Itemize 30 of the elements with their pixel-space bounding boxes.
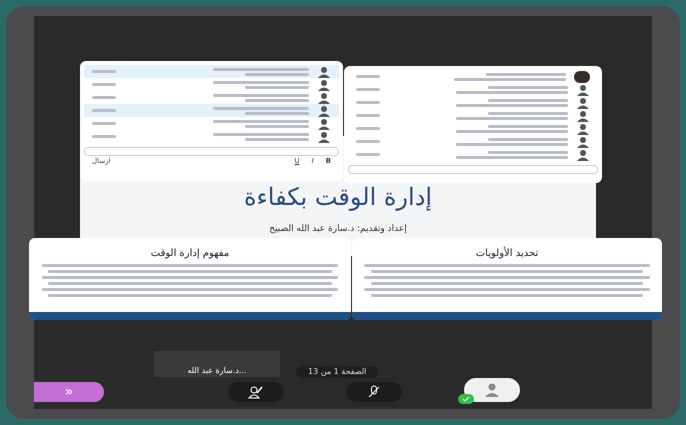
presenter-tile[interactable]: د.سارة عبد الله... [154,351,280,377]
slide-title: إدارة الوقت بكفاءة [244,182,432,214]
slide-thumbnail[interactable]: تحديد الأولويات [352,238,662,320]
user-button[interactable] [464,378,520,402]
slide-thumbnail[interactable]: مفهوم إدارة الوقت [29,238,351,320]
avatar-photo [574,70,590,82]
microphone-button[interactable] [346,382,402,402]
user-icon [576,148,590,160]
user-icon [317,118,331,130]
participants-button[interactable] [228,382,284,402]
user-icon [576,84,590,96]
user-icon [484,383,500,397]
user-icon [317,66,331,78]
message-input[interactable] [348,165,598,174]
user-icon [317,92,331,104]
presenter-name: د.سارة عبد الله... [187,365,246,377]
user-icon [576,122,590,134]
user-icon [317,130,331,142]
thumbnail-title: تحديد الأولويات [476,246,538,261]
user-icon [576,136,590,148]
message-input[interactable] [84,147,339,156]
user-icon [576,96,590,108]
page-indicator: الصفحة 1 من 13 [296,366,378,378]
user-icon [576,110,590,122]
slide-subtitle: إعداد وتقديم: د.سارة عبد الله الصبيح [269,223,407,236]
user-icon [317,104,331,116]
muted-microphone-icon [367,385,381,399]
person-raise-hand-icon [248,385,264,399]
thumbnail-title: مفهوم إدارة الوقت [150,247,230,261]
user-icon [317,78,331,90]
